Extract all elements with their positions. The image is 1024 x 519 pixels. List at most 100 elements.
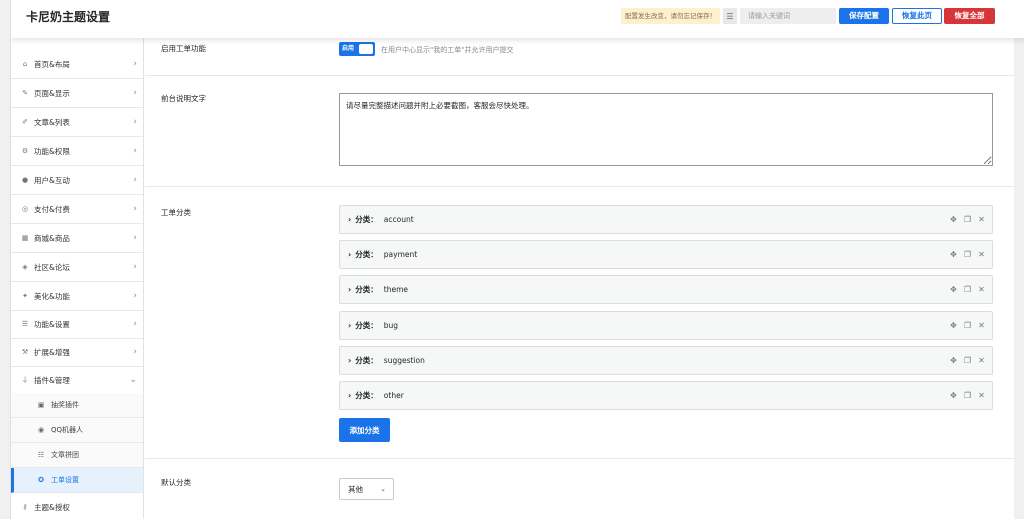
chevron-right-icon[interactable]: › — [348, 356, 351, 365]
robot-icon: ◉ — [37, 426, 45, 434]
move-icon[interactable]: ✥ — [949, 214, 958, 226]
category-value: other — [383, 391, 404, 400]
sidebar-item-user-interaction[interactable]: ● 用户&互动 › — [11, 166, 143, 195]
wrench-icon: ⚒ — [21, 348, 29, 356]
default-category-select[interactable]: 其他 ⌄ — [339, 478, 394, 500]
save-config-button[interactable]: 保存配置 — [839, 8, 889, 24]
move-icon[interactable]: ✥ — [949, 320, 958, 332]
copy-icon[interactable]: ❐ — [963, 390, 972, 402]
close-icon[interactable]: ✕ — [977, 249, 986, 261]
category-value: account — [383, 215, 414, 224]
copy-icon[interactable]: ❐ — [963, 355, 972, 367]
chevron-right-icon[interactable]: › — [348, 285, 351, 294]
copy-icon[interactable]: ❐ — [963, 249, 972, 261]
group-icon: ☷ — [37, 451, 45, 459]
sidebar: ⌂ 首页&布局 › ✎ 页面&显示 › ✐ 文章&列表 › ⚙ 功能&权限 › … — [11, 38, 144, 519]
copy-icon[interactable]: ❐ — [963, 320, 972, 332]
sidebar-item-page-display[interactable]: ✎ 页面&显示 › — [11, 79, 143, 108]
description-label: 前台说明文字 — [161, 94, 206, 103]
copy-icon[interactable]: ❐ — [963, 214, 972, 226]
chevron-right-icon: › — [133, 347, 137, 357]
pin-icon: ✎ — [22, 89, 28, 97]
chevron-right-icon[interactable]: › — [348, 321, 351, 330]
category-value: payment — [383, 250, 418, 259]
add-category-button[interactable]: 添加分类 — [339, 418, 390, 442]
settings-content: 启用工单功能 启用 在用户中心显示"我的工单"并允许用户提交 前台说明文字 请尽… — [145, 38, 1024, 519]
sidebar-subitem-lottery-plugin[interactable]: ▣ 抽奖插件 — [11, 393, 143, 418]
key-icon: ⚷ — [22, 503, 28, 511]
copy-icon[interactable]: ❐ — [963, 284, 972, 296]
move-icon[interactable]: ✥ — [949, 355, 958, 367]
sidebar-item-community-forum[interactable]: ◈ 社区&论坛 › — [11, 253, 143, 282]
chevron-right-icon: › — [133, 204, 137, 214]
chevron-right-icon[interactable]: › — [348, 215, 351, 224]
category-value: theme — [383, 285, 409, 294]
sidebar-item-payment[interactable]: ◎ 支付&付费 › — [11, 195, 143, 224]
description-textarea[interactable]: 请尽量完整描述问题并附上必要截图，客服会尽快处理。 — [339, 93, 993, 166]
enable-ticket-toggle[interactable]: 启用 — [339, 42, 375, 56]
plug-icon: ⏚ — [21, 376, 29, 384]
category-key: 分类： — [355, 215, 378, 224]
close-icon[interactable]: ✕ — [977, 214, 986, 226]
category-value: bug — [383, 321, 399, 330]
move-icon[interactable]: ✥ — [949, 249, 958, 261]
close-icon[interactable]: ✕ — [977, 284, 986, 296]
sidebar-item-function-settings[interactable]: ☰ 功能&设置 › — [11, 310, 143, 339]
sidebar-subitem-label: 抽奖插件 — [51, 401, 79, 409]
sidebar-item-label: 用户&互动 — [34, 175, 70, 185]
category-value: suggestion — [383, 356, 425, 365]
sidebar-item-theme-license[interactable]: ⚷ 主题&授权 — [11, 493, 143, 519]
sidebar-item-label: 功能&权限 — [34, 146, 70, 156]
enable-ticket-label: 启用工单功能 — [161, 44, 206, 53]
sidebar-item-article-list[interactable]: ✐ 文章&列表 › — [11, 108, 143, 137]
move-icon[interactable]: ✥ — [949, 390, 958, 402]
close-icon[interactable]: ✕ — [977, 320, 986, 332]
chevron-right-icon[interactable]: › — [348, 250, 351, 259]
sidebar-item-label: 扩展&增强 — [34, 347, 70, 357]
sidebar-subitem-ticket-settings[interactable]: ✪ 工单设置 — [11, 468, 143, 493]
coin-icon: ◎ — [21, 205, 29, 213]
sliders-icon: ☰ — [21, 320, 29, 328]
magic-wand-icon: ✦ — [22, 292, 28, 300]
unsaved-notice: 配置发生改变，请勿忘记保存！ — [621, 8, 720, 24]
home-icon: ⌂ — [22, 60, 28, 68]
list-icon[interactable]: ☰ — [723, 8, 737, 24]
chevron-right-icon[interactable]: › — [348, 391, 351, 400]
sidebar-item-beautify-function[interactable]: ✦ 美化&功能 › — [11, 282, 143, 311]
chevron-right-icon: › — [133, 175, 137, 185]
category-item-account[interactable]: › 分类： account ✥ ❐ ✕ — [339, 205, 993, 234]
sidebar-subitem-article-group-buy[interactable]: ☷ 文章拼团 — [11, 443, 143, 468]
sidebar-item-label: 美化&功能 — [34, 291, 70, 301]
category-item-theme[interactable]: › 分类： theme ✥ ❐ ✕ — [339, 275, 993, 304]
sidebar-item-plugin-management[interactable]: ⏚ 插件&管理 ⌄ — [11, 366, 143, 395]
default-category-label: 默认分类 — [161, 478, 191, 487]
sidebar-item-home-layout[interactable]: ⌂ 首页&布局 › — [11, 50, 143, 79]
page-scrollbar[interactable] — [1014, 0, 1024, 519]
sidebar-item-store-products[interactable]: ▦ 商城&商品 › — [11, 224, 143, 253]
search-input[interactable] — [740, 8, 836, 24]
default-category-row: 默认分类 其他 ⌄ — [145, 459, 1024, 519]
restore-page-button[interactable]: 恢复此页 — [892, 8, 942, 24]
chevron-right-icon: › — [133, 262, 137, 272]
sidebar-item-function-permission[interactable]: ⚙ 功能&权限 › — [11, 137, 143, 166]
category-item-other[interactable]: › 分类： other ✥ ❐ ✕ — [339, 381, 993, 410]
category-item-payment[interactable]: › 分类： payment ✥ ❐ ✕ — [339, 240, 993, 269]
category-item-suggestion[interactable]: › 分类： suggestion ✥ ❐ ✕ — [339, 346, 993, 375]
sidebar-subitem-qq-robot[interactable]: ◉ QQ机器人 — [11, 418, 143, 443]
close-icon[interactable]: ✕ — [977, 355, 986, 367]
category-key: 分类： — [355, 285, 378, 294]
move-icon[interactable]: ✥ — [949, 284, 958, 296]
chevron-right-icon: › — [133, 146, 137, 156]
category-item-bug[interactable]: › 分类： bug ✥ ❐ ✕ — [339, 311, 993, 340]
settings-panel: 卡尼奶主题设置 配置发生改变，请勿忘记保存！ ☰ 保存配置 恢复此页 恢复全部 … — [10, 0, 1024, 519]
description-row: 前台说明文字 请尽量完整描述问题并附上必要截图，客服会尽快处理。 — [145, 76, 1024, 187]
close-icon[interactable]: ✕ — [977, 390, 986, 402]
category-key: 分类： — [355, 391, 378, 400]
sidebar-item-extend-enhance[interactable]: ⚒ 扩展&增强 › — [11, 338, 143, 367]
chevron-right-icon: › — [133, 88, 137, 98]
gift-icon: ▣ — [37, 401, 45, 409]
category-key: 分类： — [355, 321, 378, 330]
page-title: 卡尼奶主题设置 — [26, 10, 111, 24]
sidebar-item-label: 主题&授权 — [34, 502, 70, 512]
restore-all-button[interactable]: 恢复全部 — [944, 8, 995, 24]
